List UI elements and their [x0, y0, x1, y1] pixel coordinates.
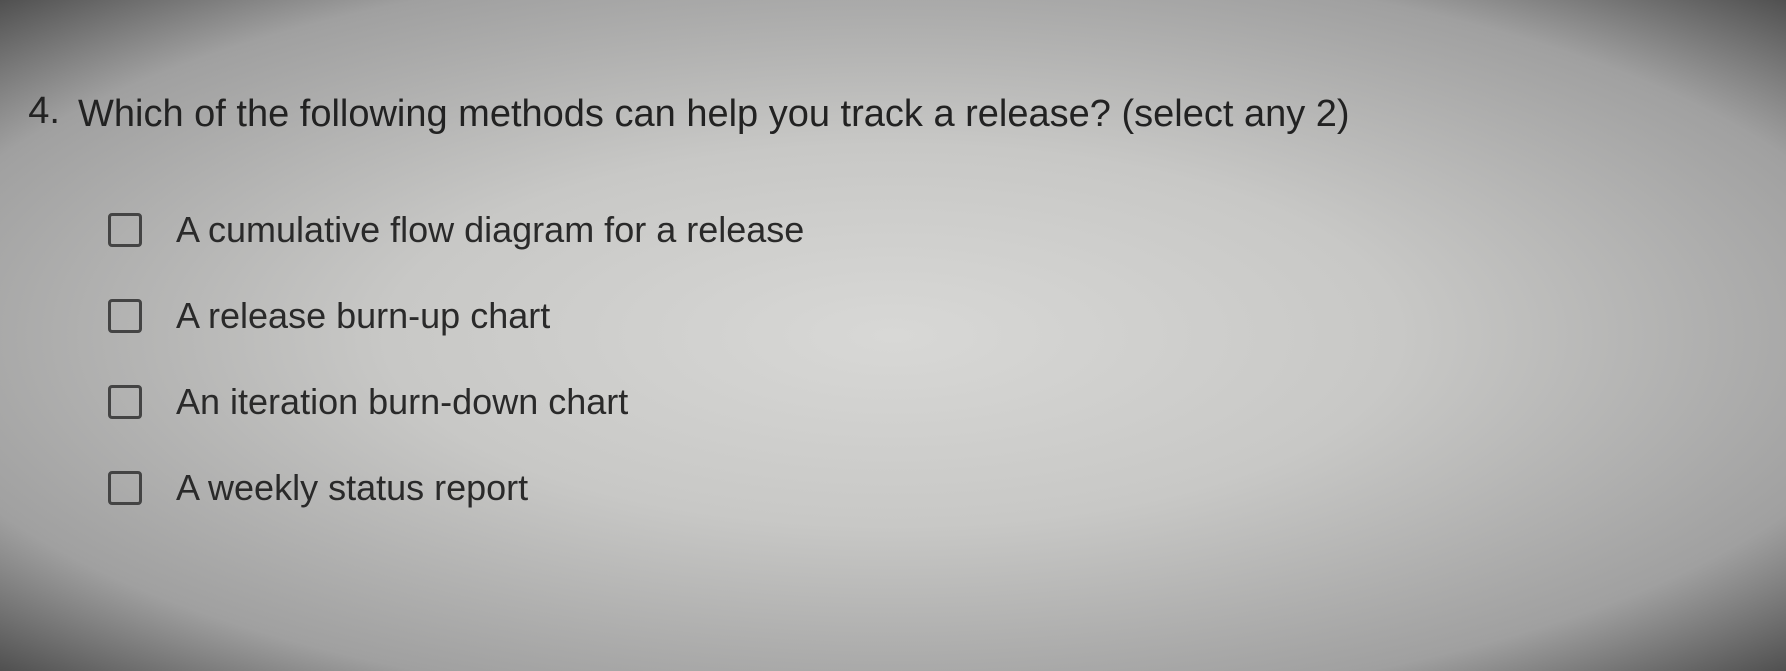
checkbox-option-3[interactable]	[108, 385, 142, 419]
options-list: A cumulative flow diagram for a release …	[20, 209, 1766, 509]
checkbox-option-1[interactable]	[108, 213, 142, 247]
option-row: A weekly status report	[108, 467, 1766, 509]
checkbox-option-2[interactable]	[108, 299, 142, 333]
option-row: A cumulative flow diagram for a release	[108, 209, 1766, 251]
option-row: An iteration burn-down chart	[108, 381, 1766, 423]
option-label[interactable]: An iteration burn-down chart	[176, 381, 628, 423]
option-label[interactable]: A weekly status report	[176, 467, 528, 509]
option-row: A release burn-up chart	[108, 295, 1766, 337]
question-block: 4. Which of the following methods can he…	[20, 90, 1766, 139]
question-text: Which of the following methods can help …	[78, 90, 1350, 139]
option-label[interactable]: A release burn-up chart	[176, 295, 550, 337]
option-label[interactable]: A cumulative flow diagram for a release	[176, 209, 804, 251]
checkbox-option-4[interactable]	[108, 471, 142, 505]
question-number: 4.	[20, 90, 60, 133]
